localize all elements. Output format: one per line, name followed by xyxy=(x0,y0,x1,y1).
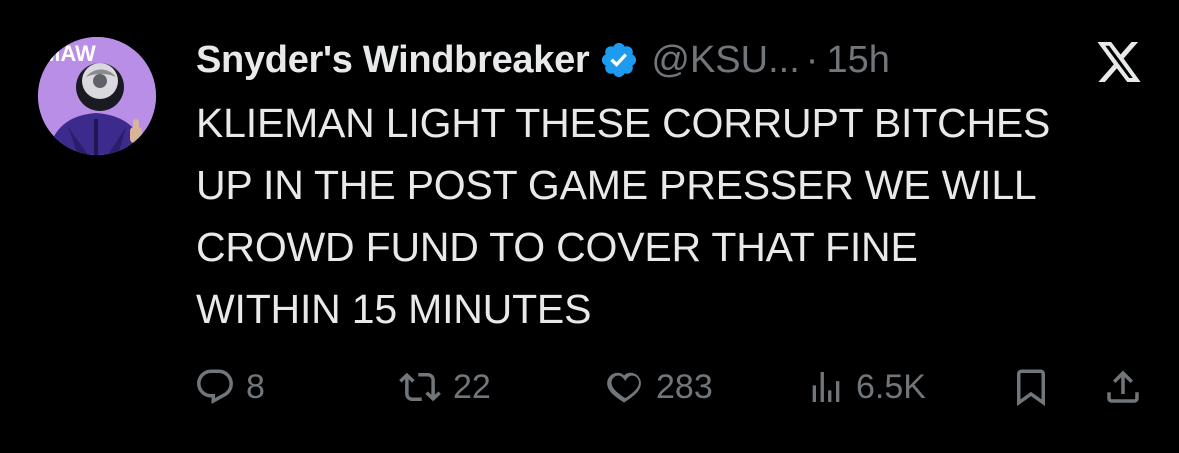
reply-button[interactable]: 8 xyxy=(194,362,265,412)
retweet-count: 22 xyxy=(453,367,491,406)
tweet-card[interactable]: MAW Snyder's Windbreaker @KSU... · 15h K… xyxy=(0,0,1179,453)
handle[interactable]: @KSU... xyxy=(651,39,799,82)
tweet-text-line: CROWD FUND TO COVER THAT FINE xyxy=(196,224,918,270)
timestamp[interactable]: 15h xyxy=(826,39,889,82)
bookmark-button[interactable] xyxy=(1010,362,1052,412)
avatar[interactable]: MAW xyxy=(38,37,156,155)
separator-dot: · xyxy=(805,38,819,81)
action-bar: 8 22 283 6.5K xyxy=(194,362,1154,412)
tweet-header: Snyder's Windbreaker @KSU... · 15h xyxy=(196,34,890,86)
retweet-icon xyxy=(399,372,441,402)
like-count: 283 xyxy=(656,367,713,406)
views-count: 6.5K xyxy=(856,367,926,406)
like-button[interactable]: 283 xyxy=(602,362,713,412)
tweet-text: KLIEMAN LIGHT THESE CORRUPT BITCHES UP I… xyxy=(196,92,1156,340)
views-button[interactable]: 6.5K xyxy=(806,362,926,412)
verified-badge-icon xyxy=(599,40,639,80)
bookmark-icon xyxy=(1017,369,1045,407)
reply-count: 8 xyxy=(246,367,265,406)
tweet-text-line: KLIEMAN LIGHT THESE CORRUPT BITCHES xyxy=(196,100,1051,146)
share-icon xyxy=(1107,370,1139,403)
heart-icon xyxy=(607,372,641,403)
retweet-button[interactable]: 22 xyxy=(397,362,491,412)
avatar-image: MAW xyxy=(38,37,156,155)
avatar-logo-text: MAW xyxy=(42,41,96,66)
views-icon xyxy=(812,372,840,402)
display-name[interactable]: Snyder's Windbreaker xyxy=(196,39,590,82)
tweet-text-line: UP IN THE POST GAME PRESSER WE WILL xyxy=(196,162,1037,208)
x-logo-icon xyxy=(1095,40,1143,84)
tweet-text-line: WITHIN 15 MINUTES xyxy=(196,286,592,332)
share-button[interactable] xyxy=(1102,362,1144,412)
reply-icon xyxy=(197,369,233,404)
